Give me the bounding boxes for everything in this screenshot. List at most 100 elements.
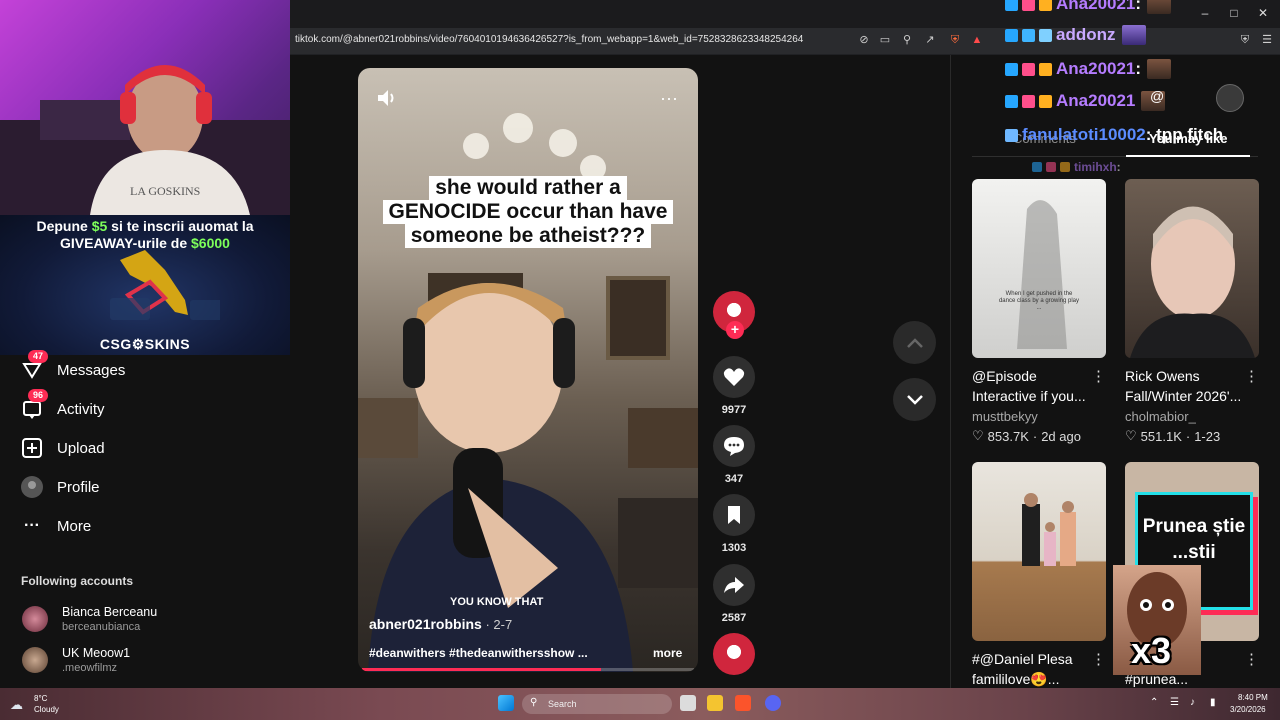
maximize-icon[interactable]: □: [1227, 6, 1241, 20]
card-title-line2: Fall/Winter 2026'...: [1125, 388, 1242, 404]
chevron-up-icon: [906, 337, 923, 348]
share-count: 2587: [721, 612, 747, 624]
activity-icon: 96: [20, 389, 49, 421]
video-thumbnail[interactable]: When I get pushed in the dance class by …: [972, 179, 1106, 358]
chevron-down-icon: [906, 394, 923, 405]
following-account[interactable]: UK Meoow1 .meowfilmz: [22, 646, 130, 674]
next-video-button[interactable]: [893, 378, 936, 421]
like-button[interactable]: [713, 356, 755, 398]
video-hashtags[interactable]: #deanwithers #thedeanwithersshow ...: [369, 646, 588, 660]
shield-icon[interactable]: ⛨: [1238, 33, 1252, 47]
author-name[interactable]: abner021robbins: [369, 616, 482, 632]
reader-mode-icon[interactable]: ▭: [878, 33, 892, 47]
mention-icon[interactable]: @: [1150, 88, 1164, 104]
user-avatar[interactable]: [1216, 84, 1244, 112]
like-action[interactable]: 9977: [712, 356, 756, 416]
speaker-icon[interactable]: ♪: [1190, 697, 1195, 708]
card-options-icon[interactable]: ⋮: [1244, 367, 1259, 385]
card-likes: 853.7K: [987, 428, 1029, 444]
avatar[interactable]: [713, 633, 755, 675]
save-button[interactable]: [713, 494, 755, 536]
close-icon[interactable]: ✕: [1256, 6, 1270, 20]
profile-icon: [20, 475, 44, 499]
sidebar-item-label: Messages: [57, 361, 126, 379]
following-account[interactable]: Bianca Berceanu berceanubianca: [22, 605, 157, 633]
creator-avatar[interactable]: +: [712, 291, 756, 339]
url-text[interactable]: tiktok.com/@abner021robbins/video/760401…: [295, 34, 803, 45]
chat-badge-icon: [1022, 28, 1035, 42]
file-explorer-icon[interactable]: [707, 695, 723, 711]
card-options-icon[interactable]: ⋮: [1091, 367, 1106, 385]
video-author[interactable]: abner021robbins · 2-7: [369, 616, 512, 632]
clock-time[interactable]: 8:40 PM: [1238, 693, 1268, 702]
reaction-image: x3: [1113, 565, 1201, 675]
wifi-icon[interactable]: ☰: [1170, 697, 1179, 708]
battery-icon[interactable]: ▮: [1210, 697, 1216, 708]
share-action[interactable]: 2587: [712, 564, 756, 624]
separator: ·: [1185, 428, 1191, 444]
upload-icon: [20, 436, 44, 460]
chat-username: addonz: [1056, 25, 1116, 44]
sidebar-item-upload[interactable]: Upload: [20, 433, 105, 463]
recommended-video-card[interactable]: When I get pushed in the dance class by …: [972, 179, 1106, 444]
brave-browser-icon[interactable]: [735, 695, 751, 711]
card-options-icon[interactable]: ⋮: [1244, 650, 1259, 668]
follow-plus-icon[interactable]: +: [726, 321, 744, 339]
taskbar-search[interactable]: [522, 694, 672, 714]
no-tracking-icon[interactable]: ⊘: [857, 33, 871, 47]
card-options-icon[interactable]: ⋮: [1091, 650, 1106, 668]
caption-line: she would rather a: [429, 176, 627, 200]
clock-date[interactable]: 3/20/2026: [1230, 705, 1266, 714]
giveaway-ad[interactable]: Depune $5 si te inscrii auomat la GIVEAW…: [0, 215, 290, 355]
chat-username: Ana20021: [1056, 59, 1136, 78]
chevron-up-icon[interactable]: ⌃: [1150, 697, 1158, 708]
brave-rewards-icon[interactable]: ▲: [970, 33, 984, 47]
zoom-icon[interactable]: ⚲: [900, 33, 914, 47]
cloud-icon[interactable]: ☁: [10, 697, 23, 713]
sidebar-item-label: More: [57, 517, 92, 535]
weather-condition[interactable]: Cloudy: [34, 705, 59, 714]
share-icon[interactable]: ↗: [923, 33, 937, 47]
more-options-icon[interactable]: ···: [660, 88, 678, 109]
chat-badge-icon: [1022, 62, 1035, 76]
card-author[interactable]: musttbekyy: [972, 409, 1106, 424]
windows-start-icon[interactable]: [498, 695, 514, 711]
share-button[interactable]: [713, 564, 755, 606]
discord-icon[interactable]: [765, 695, 781, 711]
previous-video-button[interactable]: [893, 321, 936, 364]
messages-icon: 47: [20, 350, 49, 382]
menu-icon[interactable]: ☰: [1260, 33, 1274, 47]
sidebar-item-activity[interactable]: 96 Activity: [20, 389, 105, 424]
sound-avatar[interactable]: [712, 633, 756, 675]
card-title-line2: Interactive if you...: [972, 388, 1086, 404]
volume-icon[interactable]: [376, 88, 398, 113]
video-thumbnail[interactable]: [972, 462, 1106, 641]
task-view-icon[interactable]: [680, 695, 696, 711]
recommended-video-card[interactable]: #@Daniel Plesa famililove😍... ⋮: [972, 462, 1106, 689]
sidebar-item-label: Upload: [57, 439, 105, 457]
sidebar-item-more[interactable]: ··· More: [20, 511, 91, 541]
thumbnail-face: [1130, 206, 1255, 358]
save-action[interactable]: 1303: [712, 494, 756, 554]
weather-temperature[interactable]: 8°C: [34, 694, 47, 703]
sidebar-item-label: Activity: [57, 400, 105, 418]
chat-badge-icon: [1039, 28, 1052, 42]
taskbar-search-text[interactable]: Search: [548, 699, 577, 709]
video-player[interactable]: ··· she would rather a GENOCIDE occur th…: [358, 68, 698, 672]
avatar: [22, 647, 48, 673]
comment-action[interactable]: 347: [712, 425, 756, 485]
video-thumbnail[interactable]: [1125, 179, 1259, 358]
video-progress-bar[interactable]: [362, 668, 694, 671]
sidebar-item-profile[interactable]: Profile: [20, 472, 100, 502]
more-link[interactable]: more: [653, 646, 682, 660]
card-author[interactable]: cholmabior_: [1125, 409, 1259, 424]
crown-icon: [1060, 162, 1070, 172]
heart-icon: [723, 368, 745, 386]
heart-outline-icon: ♡: [1125, 428, 1137, 443]
recommended-video-card[interactable]: Rick Owens Fall/Winter 2026'... cholmabi…: [1125, 179, 1259, 444]
sidebar-item-messages[interactable]: 47 Messages: [20, 350, 126, 385]
brave-shield-icon[interactable]: ⛨: [948, 33, 962, 47]
minimize-icon[interactable]: –: [1198, 6, 1212, 20]
comment-button[interactable]: [713, 425, 755, 467]
chat-text: :: [1135, 0, 1142, 13]
